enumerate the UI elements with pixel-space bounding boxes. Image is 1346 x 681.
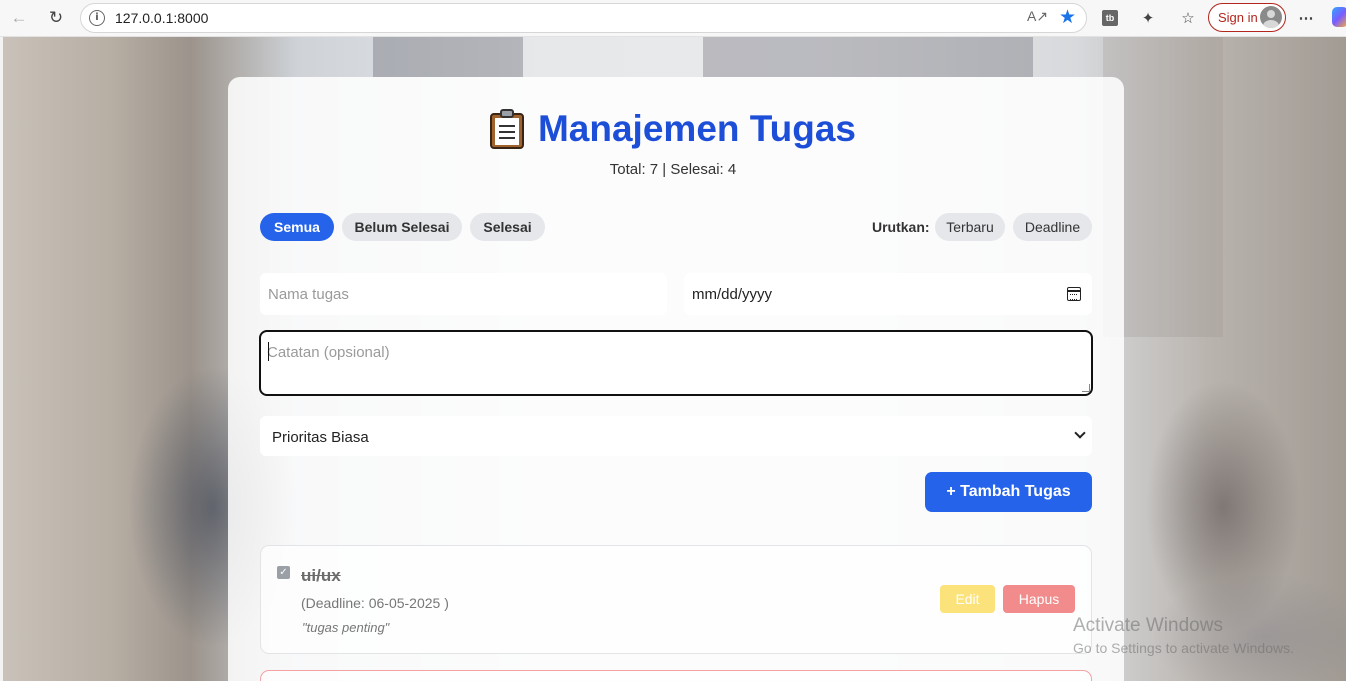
notes-textarea[interactable]: Catatan (opsional) bbox=[259, 330, 1093, 396]
profile-avatar-icon bbox=[1260, 6, 1282, 28]
activate-windows-title: Activate Windows bbox=[1073, 615, 1223, 636]
clipboard-icon bbox=[489, 109, 524, 149]
more-options-icon[interactable]: ⋯ bbox=[1294, 6, 1318, 30]
site-info-icon[interactable]: i bbox=[89, 10, 105, 26]
priority-selected-value: Prioritas Biasa bbox=[272, 429, 369, 446]
text-caret bbox=[268, 342, 269, 361]
priority-select[interactable]: Prioritas Biasa bbox=[260, 416, 1092, 456]
date-format-text: mm/dd/yyyy bbox=[692, 286, 773, 303]
deadline-date-input[interactable]: mm/dd/yyyy bbox=[684, 273, 1092, 315]
sign-in-label: Sign in bbox=[1218, 10, 1258, 25]
refresh-icon[interactable]: ↻ bbox=[43, 6, 69, 30]
extensions-puzzle-icon[interactable]: ✦ bbox=[1136, 6, 1160, 30]
add-task-button[interactable]: + Tambah Tugas bbox=[925, 472, 1092, 512]
activate-windows-subtitle: Go to Settings to activate Windows. bbox=[1073, 640, 1294, 656]
background-photo-shape bbox=[373, 37, 523, 77]
delete-task-button[interactable]: Hapus bbox=[1003, 585, 1075, 613]
filter-done-button[interactable]: Selesai bbox=[470, 213, 545, 241]
address-bar[interactable]: i 127.0.0.1:8000 A↗ ★ bbox=[80, 3, 1087, 33]
calendar-icon[interactable] bbox=[1067, 287, 1081, 301]
task-item bbox=[260, 670, 1092, 681]
app-title: Manajemen Tugas bbox=[537, 108, 856, 149]
task-complete-checkbox[interactable]: ✓ bbox=[277, 566, 290, 579]
back-icon[interactable]: ← bbox=[6, 6, 32, 30]
edit-task-button[interactable]: Edit bbox=[940, 585, 995, 613]
favorite-star-icon[interactable]: ★ bbox=[1059, 6, 1076, 29]
sign-in-button[interactable]: Sign in bbox=[1208, 3, 1286, 32]
task-name-input[interactable]: Nama tugas bbox=[260, 273, 667, 315]
extension-tb-icon[interactable]: tb bbox=[1098, 6, 1122, 30]
read-aloud-icon[interactable]: A↗ bbox=[1027, 8, 1048, 25]
browser-toolbar: ← ↻ i 127.0.0.1:8000 A↗ ★ tb ✦ ☆ Sign in… bbox=[0, 0, 1346, 37]
resize-handle-icon[interactable] bbox=[1082, 384, 1090, 392]
background-photo-shape bbox=[703, 37, 1033, 77]
address-url[interactable]: 127.0.0.1:8000 bbox=[115, 10, 208, 26]
sort-deadline-button[interactable]: Deadline bbox=[1013, 213, 1092, 241]
favorites-icon[interactable]: ☆ bbox=[1176, 6, 1200, 30]
task-deadline: (Deadline: 06-05-2025 ) bbox=[301, 595, 449, 611]
task-stats: Total: 7 | Selesai: 4 bbox=[609, 161, 737, 178]
task-title: ui/ux bbox=[301, 566, 341, 585]
sort-label: Urutkan: bbox=[872, 219, 930, 235]
filter-all-button[interactable]: Semua bbox=[260, 213, 334, 241]
task-name-placeholder: Nama tugas bbox=[268, 286, 349, 303]
page-title: Manajemen Tugas bbox=[0, 108, 1346, 150]
filter-pending-button[interactable]: Belum Selesai bbox=[342, 213, 462, 241]
task-note: "tugas penting" bbox=[302, 620, 390, 635]
sort-newest-button[interactable]: Terbaru bbox=[935, 213, 1005, 241]
copilot-icon[interactable] bbox=[1332, 7, 1346, 27]
notes-placeholder: Catatan (opsional) bbox=[267, 344, 390, 361]
